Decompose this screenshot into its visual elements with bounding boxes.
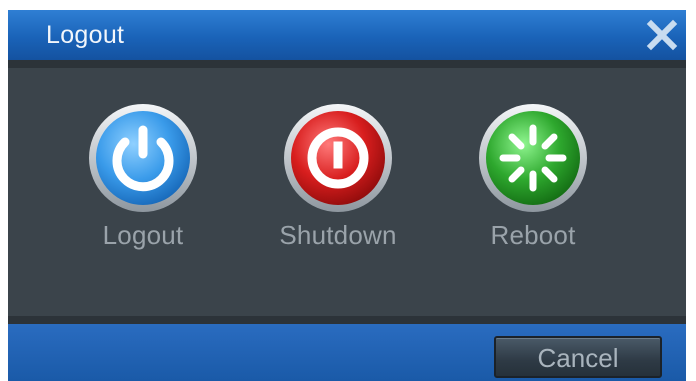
reboot-icon <box>479 104 587 212</box>
dialog-titlebar: Logout <box>8 10 686 60</box>
shutdown-icon <box>284 104 392 212</box>
dialog-footer: Cancel <box>8 324 686 381</box>
options-panel: Logout Shutdown Reboot <box>8 68 686 316</box>
footer-divider <box>8 316 686 324</box>
logout-option-label: Logout <box>102 220 184 250</box>
close-icon <box>646 19 678 51</box>
logout-dialog: Logout Logout Shutdown Reboot Cancel <box>8 10 686 381</box>
close-button[interactable] <box>644 17 680 53</box>
cancel-button[interactable]: Cancel <box>494 336 662 378</box>
power-icon <box>89 104 197 212</box>
logout-option-button[interactable]: Logout <box>58 102 228 251</box>
shutdown-option-button[interactable]: Shutdown <box>253 102 423 251</box>
reboot-option-button[interactable]: Reboot <box>448 102 618 251</box>
shutdown-option-label: Shutdown <box>279 220 397 250</box>
reboot-option-label: Reboot <box>490 220 576 250</box>
dialog-title: Logout <box>46 21 125 49</box>
title-divider <box>8 60 686 68</box>
